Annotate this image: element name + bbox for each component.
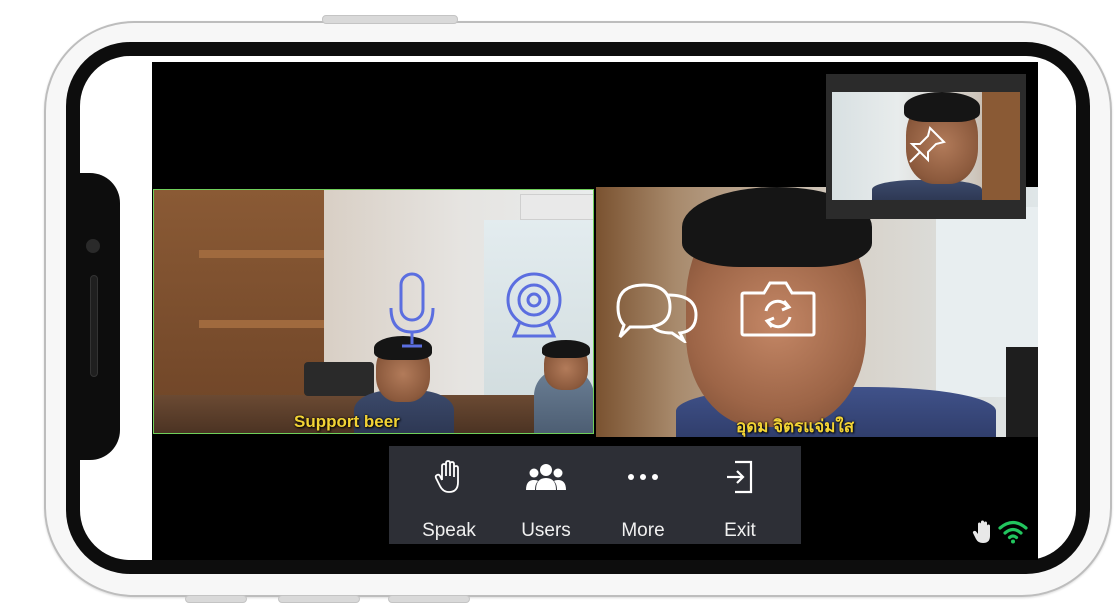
phone-volume-button-3 bbox=[388, 595, 470, 603]
microphone-icon[interactable] bbox=[382, 270, 442, 354]
users-icon bbox=[498, 460, 594, 494]
users-button[interactable]: Users bbox=[498, 446, 594, 544]
webcam-icon[interactable] bbox=[502, 270, 566, 342]
chat-bubbles-icon[interactable] bbox=[610, 279, 702, 346]
video-air-conditioner bbox=[520, 194, 593, 220]
participant-tile-support-beer[interactable]: Support beer bbox=[153, 189, 594, 434]
video-chair bbox=[1006, 347, 1038, 437]
phone-volume-button-1 bbox=[185, 595, 247, 603]
more-button[interactable]: More bbox=[595, 446, 691, 544]
speak-button[interactable]: Speak bbox=[401, 446, 497, 544]
phone-volume-button-2 bbox=[278, 595, 360, 603]
exit-button[interactable]: Exit bbox=[692, 446, 788, 544]
earpiece-speaker bbox=[90, 275, 98, 377]
switch-camera-icon[interactable] bbox=[738, 279, 818, 339]
video-shelf-board bbox=[199, 320, 324, 328]
phone-notch bbox=[66, 173, 120, 460]
participant-tile-right[interactable]: อุดม จิตรแจ่มใส bbox=[596, 187, 1038, 437]
video-person-hair-2 bbox=[542, 340, 590, 358]
status-icons bbox=[972, 518, 1032, 548]
more-dots-icon bbox=[595, 460, 691, 494]
participant-name-right: อุดม จิตรแจ่มใส bbox=[736, 417, 855, 436]
pin-icon[interactable] bbox=[906, 122, 950, 166]
front-camera bbox=[86, 239, 100, 253]
self-view-shelf bbox=[982, 92, 1020, 200]
users-label: Users bbox=[521, 520, 571, 541]
speak-label: Speak bbox=[422, 520, 476, 541]
video-printer bbox=[304, 362, 374, 396]
self-view-pip[interactable] bbox=[826, 74, 1026, 219]
phone-top-button bbox=[322, 15, 458, 24]
meeting-toolbar: Speak Users More Exit bbox=[389, 446, 801, 544]
wifi-icon bbox=[998, 520, 1028, 549]
self-view-hair bbox=[904, 92, 980, 122]
more-label: More bbox=[621, 520, 665, 541]
meeting-screen: Support beer อุดม จิตรแจ่มใส Speak Users… bbox=[152, 62, 1038, 560]
raised-hand-icon bbox=[401, 460, 497, 494]
video-shelf-board bbox=[199, 250, 324, 258]
hand-status-icon bbox=[972, 520, 994, 549]
exit-label: Exit bbox=[724, 520, 756, 541]
participant-name-left: Support beer bbox=[294, 412, 400, 431]
exit-icon bbox=[692, 460, 788, 494]
